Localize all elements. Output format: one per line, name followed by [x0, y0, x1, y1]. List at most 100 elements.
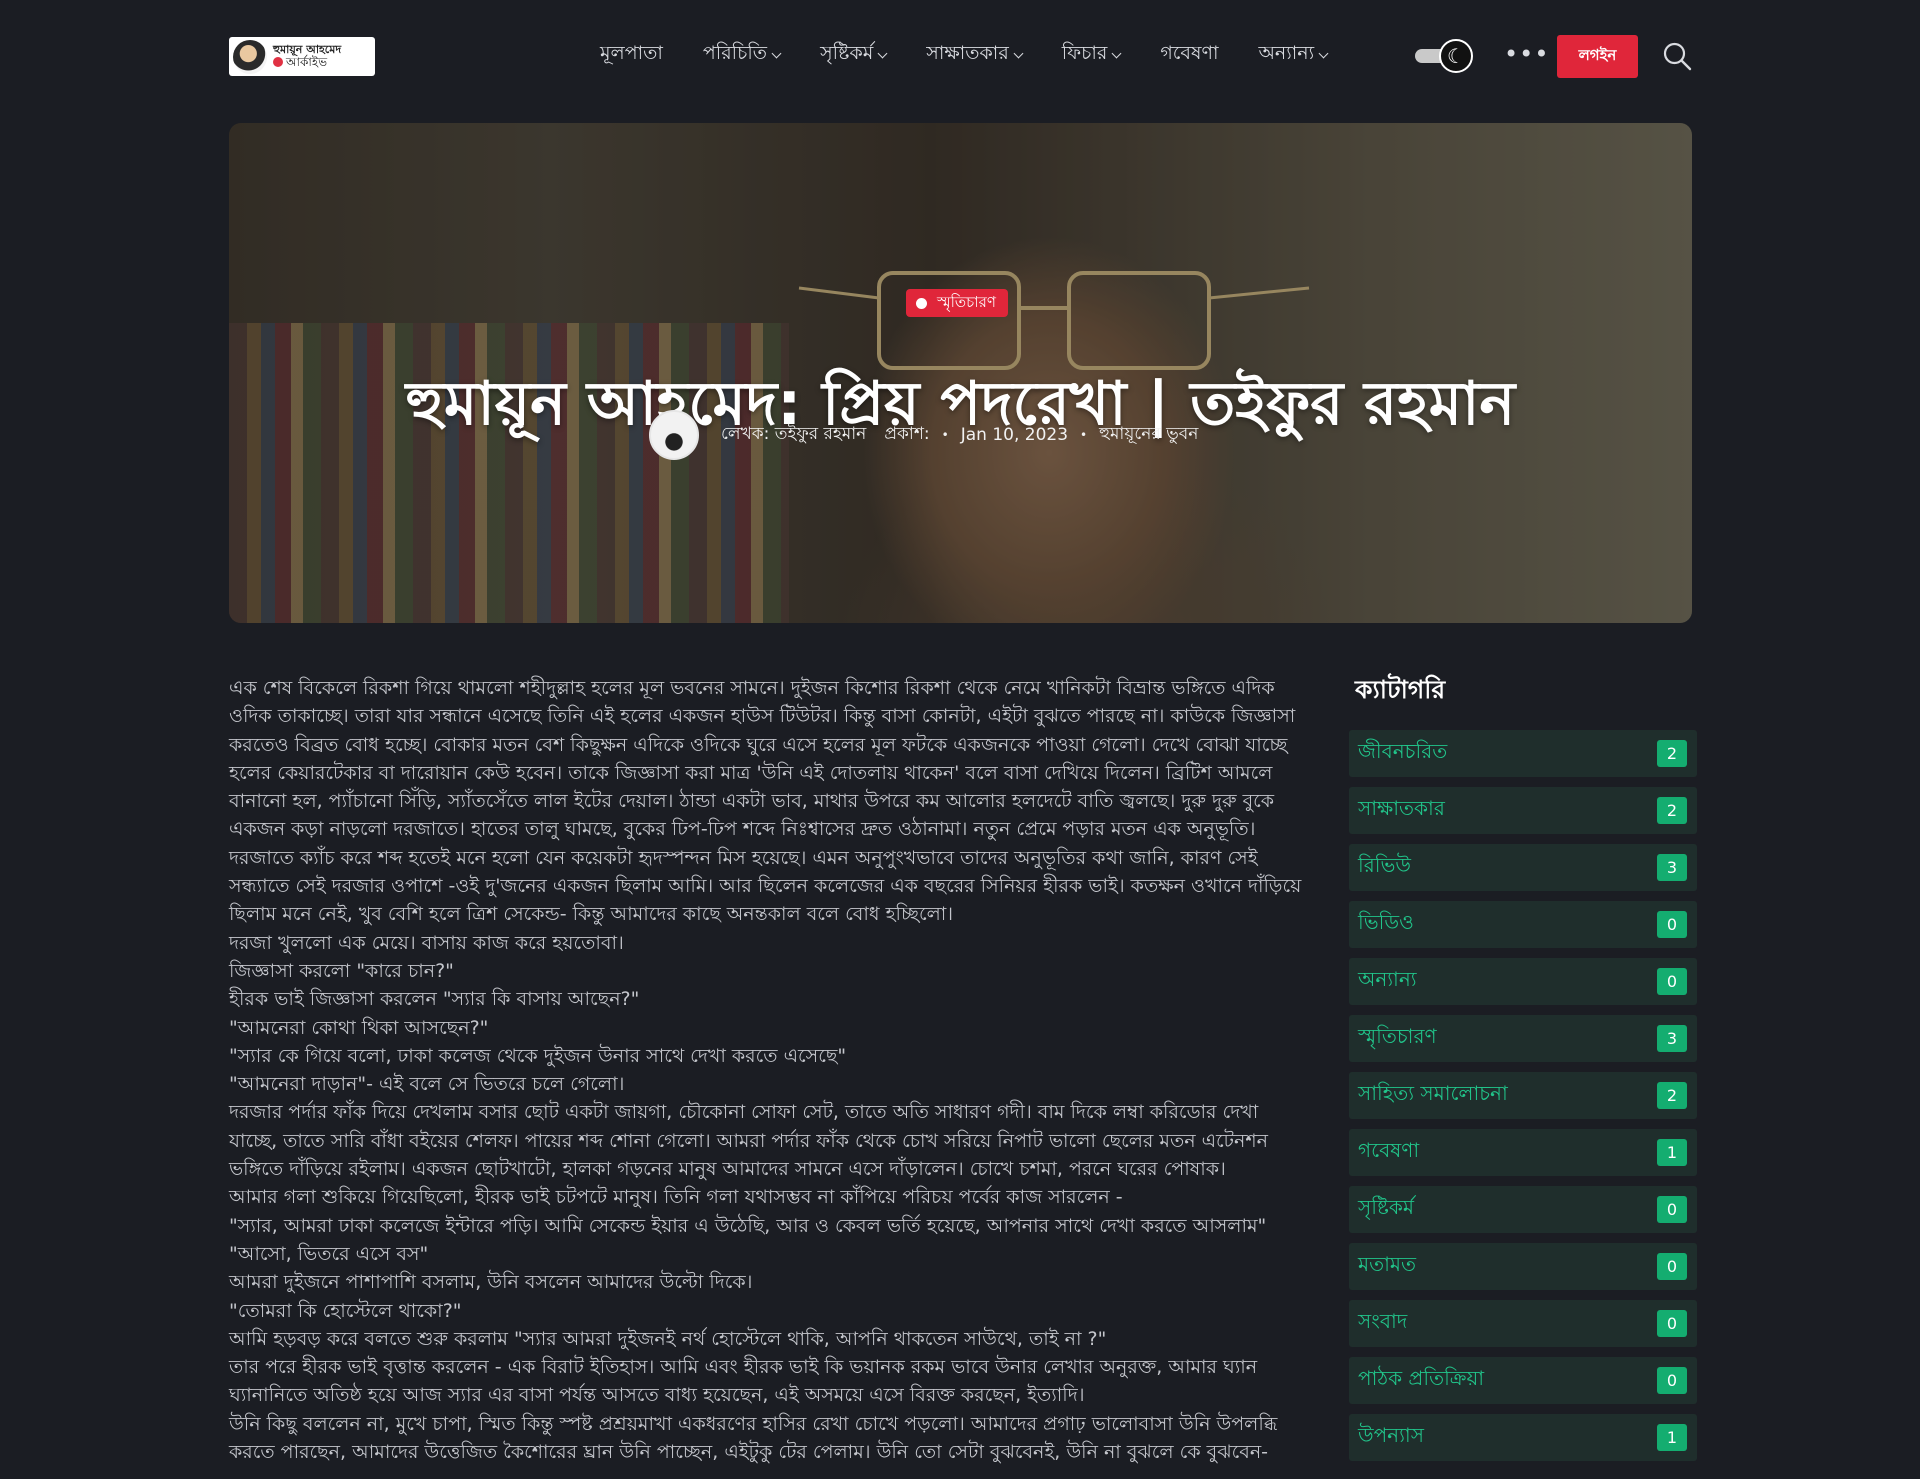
article-paragraph: উনি কিছু বললেন না, মুখে চাপা, স্মিত কিন্…	[229, 1412, 1278, 1464]
nav-item[interactable]: পরিচিতি	[702, 39, 782, 71]
category-item[interactable]: পাঠক প্রতিক্রিয়া 0	[1349, 1357, 1697, 1404]
article-paragraph: আমরা দুইজনে পাশাপাশি বসলাম, উনি বসলেন আম…	[229, 1271, 753, 1294]
nav-item[interactable]: সাক্ষাতকার	[926, 39, 1024, 71]
category-item[interactable]: ভিডিও 0	[1349, 901, 1697, 948]
category-item[interactable]: সংবাদ 0	[1349, 1300, 1697, 1347]
category-count-badge: 3	[1657, 854, 1687, 881]
search-icon[interactable]	[1662, 41, 1692, 71]
category-item[interactable]: মতামত 0	[1349, 1243, 1697, 1290]
category-item[interactable]: স্মৃতিচারণ 3	[1349, 1015, 1697, 1062]
category-count-badge: 0	[1657, 1310, 1687, 1337]
nav-item-label: মূলপাতা	[600, 42, 663, 64]
logo-portrait-icon	[233, 39, 267, 74]
category-item[interactable]: সাহিত্য সমালোচনা 2	[1349, 1072, 1697, 1119]
chevron-down-icon	[877, 48, 888, 58]
nav-item[interactable]: ফিচার	[1061, 39, 1122, 71]
article-paragraph: আমি হড়বড় করে বলতে শুরু করলাম "স্যার আম…	[229, 1327, 1107, 1350]
article-paragraph: তার পরে হীরক ভাই বৃত্তান্ত করলেন - এক বি…	[229, 1356, 1258, 1407]
category-badge[interactable]: স্মৃতিচারণ	[906, 289, 1008, 317]
nav-item-label: অন্যান্য	[1258, 42, 1315, 64]
meta-separator: •	[941, 428, 949, 442]
category-label: সাক্ষাতকার	[1358, 796, 1445, 820]
category-count-badge: 1	[1657, 1139, 1687, 1166]
login-button[interactable]: লগইন	[1557, 35, 1638, 78]
category-label: স্মৃতিচারণ	[1358, 1024, 1437, 1048]
category-count-badge: 2	[1657, 740, 1687, 767]
category-label: ভিডিও	[1358, 910, 1414, 934]
category-count-badge: 0	[1657, 968, 1687, 995]
post-section[interactable]: হুমায়ূনের ভুবন	[1099, 421, 1198, 449]
nav-item-label: সৃষ্টিকর্ম	[820, 42, 874, 64]
author-name[interactable]: লেখক: তইফুর রহমান	[721, 421, 866, 449]
article-body: এক শেষ বিকেলে রিকশা গিয়ে থামলো শহীদুল্ল…	[229, 674, 1309, 1466]
moon-icon: ☾	[1439, 39, 1473, 73]
category-label: মতামত	[1358, 1252, 1417, 1276]
site-header: হুমায়ূন আহমেদ আর্কাইভ মূলপাতা পরিচিতি সৃষ…	[0, 0, 1920, 112]
nav-item[interactable]: মূলপাতা	[600, 39, 663, 71]
category-label: অন্যান্য	[1358, 967, 1417, 991]
category-item[interactable]: জীবনচরিত 2	[1349, 730, 1697, 777]
more-dots-icon[interactable]: •••	[1504, 42, 1549, 66]
category-label: উপন্যাস	[1358, 1423, 1424, 1447]
category-label: সাহিত্য সমালোচনা	[1358, 1081, 1508, 1105]
category-count-badge: 0	[1657, 1367, 1687, 1394]
category-label: জীবনচরিত	[1358, 739, 1448, 763]
logo-line-2: আর্কাইভ	[273, 56, 341, 69]
chevron-down-icon	[1111, 48, 1122, 58]
nav-item-label: গবেষণা	[1160, 42, 1219, 64]
logo-line-2-text: আর্কাইভ	[286, 54, 328, 69]
chevron-down-icon	[771, 48, 782, 58]
sidebar-title: ক্যাটাগরি	[1355, 675, 1446, 704]
article-paragraph: "আমনেরা দাড়ান"- এই বলে সে ভিতরে চলে গেল…	[229, 1073, 625, 1096]
category-count-badge: 1	[1657, 1424, 1687, 1451]
nav-item-label: সাক্ষাতকার	[926, 42, 1009, 64]
category-count-badge: 2	[1657, 1082, 1687, 1109]
logo-text: হুমায়ূন আহমেদ আর্কাইভ	[273, 44, 341, 68]
category-count-badge: 0	[1657, 1196, 1687, 1223]
category-badge-label: স্মৃতিচারণ	[937, 292, 996, 311]
main-nav: মূলপাতা পরিচিতি সৃষ্টিকর্ম সাক্ষাতকার ফিচার গ…	[600, 40, 1367, 70]
logo-dot-icon	[273, 57, 283, 68]
category-item[interactable]: গবেষণা 1	[1349, 1129, 1697, 1176]
category-item[interactable]: রিভিউ 3	[1349, 844, 1697, 891]
article-paragraph: জিজ্ঞাসা করলো "কারে চান?"	[229, 959, 454, 982]
author-avatar[interactable]	[649, 410, 699, 460]
meta-separator: •	[1080, 428, 1088, 442]
category-list: জীবনচরিত 2 সাক্ষাতকার 2 রিভিউ 3 ভিডিও 0 অন্যান্য…	[1349, 730, 1697, 1461]
article-paragraph: "আমনেরা কোথা থিকা আসছেন?"	[229, 1016, 489, 1039]
article-paragraph: "স্যার কে গিয়ে বলো, ঢাকা কলেজ থেকে দুইজ…	[229, 1044, 847, 1067]
nav-item[interactable]: গবেষণা	[1160, 39, 1218, 71]
article-paragraph: দরজা খুললো এক মেয়ে। বাসায় কাজ করে হয়ত…	[229, 931, 624, 954]
category-item[interactable]: উপন্যাস 1	[1349, 1414, 1697, 1461]
category-item[interactable]: সাক্ষাতকার 2	[1349, 787, 1697, 834]
category-item[interactable]: সৃষ্টিকর্ম 0	[1349, 1186, 1697, 1233]
article-paragraph: "স্যার, আমরা ঢাকা কলেজে ইন্টারে পড়ি। আম…	[229, 1214, 1267, 1237]
category-item[interactable]: অন্যান্য 0	[1349, 958, 1697, 1005]
post-meta: লেখক: তইফুর রহমান প্রকাশ: • Jan 10, 2023…	[649, 410, 1198, 460]
nav-item[interactable]: সৃষ্টিকর্ম	[820, 39, 888, 71]
article-paragraph: আমার গলা শুকিয়ে গিয়েছিলো, হীরক ভাই চটপ…	[229, 1186, 1123, 1209]
category-label: পাঠক প্রতিক্রিয়া	[1358, 1366, 1485, 1390]
badge-dot-icon	[916, 297, 927, 309]
sidebar-categories: ক্যাটাগরি জীবনচরিত 2 সাক্ষাতকার 2 রিভিউ 3 ভিডি…	[1349, 670, 1697, 1471]
article-paragraph: হীরক ভাই জিজ্ঞাসা করলেন "স্যার কি বাসায়…	[229, 988, 640, 1011]
category-label: সৃষ্টিকর্ম	[1358, 1195, 1415, 1219]
nav-item-label: পরিচিতি	[702, 42, 768, 64]
hero-banner: স্মৃতিচারণ হুমায়ূন আহমেদ: প্রিয় পদরেখা…	[229, 123, 1692, 623]
category-label: গবেষণা	[1358, 1138, 1420, 1162]
article-paragraph: "আসো, ভিতরে এসে বস"	[229, 1242, 429, 1265]
nav-item[interactable]: অন্যান্য	[1258, 39, 1329, 71]
chevron-down-icon	[1013, 48, 1024, 58]
category-count-badge: 0	[1657, 911, 1687, 938]
category-count-badge: 2	[1657, 797, 1687, 824]
category-count-badge: 3	[1657, 1025, 1687, 1052]
published-label: প্রকাশ:	[884, 424, 930, 444]
category-label: রিভিউ	[1358, 853, 1411, 877]
article-paragraph: "তোমরা কি হোস্টেলে থাকো?"	[229, 1299, 462, 1322]
category-count-badge: 0	[1657, 1253, 1687, 1280]
article-paragraph: এক শেষ বিকেলে রিকশা গিয়ে থামলো শহীদুল্ল…	[229, 677, 1302, 926]
category-label: সংবাদ	[1358, 1309, 1408, 1333]
nav-item-label: ফিচার	[1061, 42, 1108, 64]
site-logo[interactable]: হুমায়ূন আহমেদ আর্কাইভ	[229, 37, 375, 76]
theme-toggle[interactable]: ☾	[1415, 39, 1473, 73]
